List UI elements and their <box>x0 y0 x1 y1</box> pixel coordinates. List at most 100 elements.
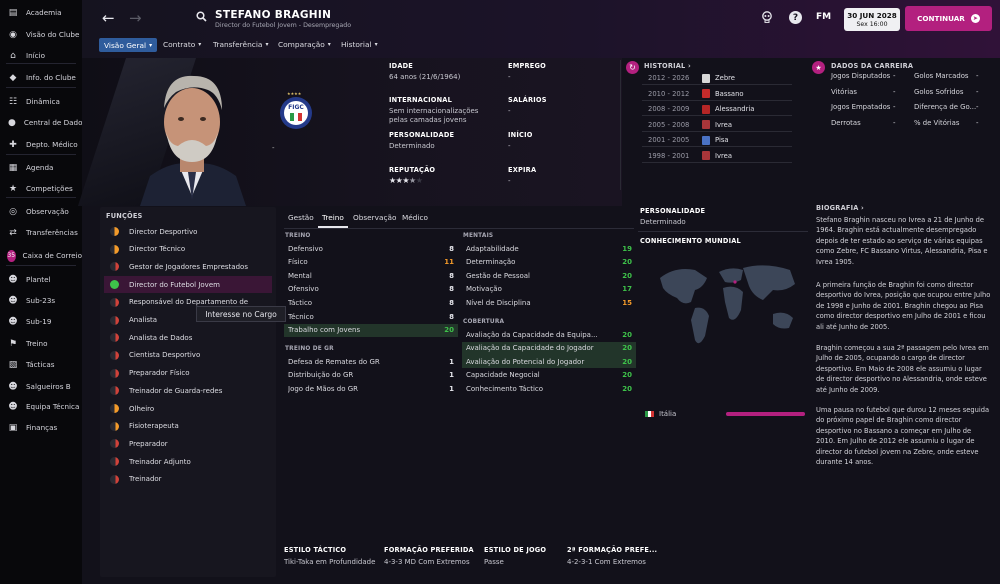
sidebar-item[interactable]: ☻ Salgueiros B <box>0 377 82 396</box>
sidebar-item[interactable]: ☻ Plantel <box>0 270 82 289</box>
sidebar-item[interactable]: ▦ Agenda <box>0 158 82 177</box>
biography-title[interactable]: BIOGRAFIA › <box>816 204 864 212</box>
sidebar-item[interactable]: ☷ Dinâmica <box>0 92 82 111</box>
attribute-value: 8 <box>449 271 454 280</box>
history-row[interactable]: 2008 - 2009 Alessandria <box>642 103 792 116</box>
tab-overview[interactable]: Visão Geral ▾ <box>99 38 158 52</box>
attribute-name: Defesa de Remates do GR <box>288 357 380 366</box>
fm-logo[interactable]: FM <box>816 12 831 22</box>
attribute-row[interactable]: Avaliação da Capacidade do Jogador 20 <box>462 341 636 355</box>
function-item[interactable]: Treinador <box>104 471 272 488</box>
intl-value-2: pelas camadas jovens <box>389 116 467 124</box>
function-item[interactable]: Preparador <box>104 435 272 452</box>
sidebar-item[interactable]: ▣ Finanças <box>0 418 82 437</box>
profile-header: ★★★★ FIGC - <box>77 58 622 206</box>
continue-button[interactable]: CONTINUAR ➤ <box>905 6 992 31</box>
career-stat-value: - <box>893 103 896 111</box>
history-title[interactable]: HISTORIAL › <box>644 62 691 70</box>
attribute-row[interactable]: Ofensivo 8 <box>284 283 458 296</box>
career-stat-label: Golos Marcados <box>914 72 969 80</box>
skull-icon[interactable] <box>761 11 773 23</box>
back-arrow-icon[interactable]: ← <box>102 9 115 27</box>
subtab-medical[interactable]: Médico <box>402 213 428 222</box>
attribute-row[interactable]: Conhecimento Táctico 20 <box>462 382 636 395</box>
history-row[interactable]: 2001 - 2005 Pisa <box>642 134 792 147</box>
sidebar-item[interactable]: ▧ Tácticas <box>0 355 82 374</box>
attribute-row[interactable]: Motivação 17 <box>462 283 636 296</box>
sidebar-item-label: Tácticas <box>26 360 55 369</box>
subtab-scouting[interactable]: Observação <box>353 213 396 222</box>
sidebar-item[interactable]: ● Central de Dados <box>0 113 86 132</box>
search-icon[interactable] <box>196 11 207 22</box>
function-item[interactable]: Olheiro <box>104 400 272 417</box>
attribute-row[interactable]: Defensivo 8 <box>284 242 458 255</box>
function-item[interactable]: Gestor de Jogadores Emprestados <box>104 258 272 275</box>
attribute-row[interactable]: Táctico 8 <box>284 296 458 309</box>
attribute-row[interactable]: Distribuição do GR 1 <box>284 369 458 382</box>
sidebar-item-label: Agenda <box>26 163 54 172</box>
help-icon[interactable]: ? <box>789 11 802 24</box>
history-years: 2001 - 2005 <box>648 136 690 144</box>
sidebar-item[interactable]: ◎ Observação <box>0 202 82 221</box>
attribute-name: Jogo de Mãos do GR <box>288 384 358 393</box>
club-badge-icon <box>702 151 710 160</box>
tactical-style-value: Tiki-Taka em Profundidade <box>284 558 376 566</box>
sidebar-item[interactable]: ⇄ Transferências <box>0 223 82 242</box>
attribute-value: 19 <box>622 244 632 253</box>
attribute-row[interactable]: Gestão de Pessoal 20 <box>462 269 636 282</box>
attribute-row[interactable]: Físico 11 <box>284 256 458 269</box>
club-badge-icon <box>702 104 710 114</box>
function-item[interactable]: Director Desportivo <box>104 223 272 240</box>
attribute-row[interactable]: Técnico 8 <box>284 310 458 323</box>
function-item[interactable]: Director Técnico <box>104 241 272 258</box>
attribute-row[interactable]: Avaliação do Potencial do Jogador 20 <box>462 355 636 369</box>
history-icon: ↻ <box>626 61 639 74</box>
sidebar-divider <box>6 87 76 88</box>
attribute-row[interactable]: Trabalho com Jovens 20 <box>284 323 458 337</box>
attribute-row[interactable]: Nível de Disciplina 15 <box>462 296 636 309</box>
sidebar-item[interactable]: ☻ Sub-19 <box>0 312 82 331</box>
sidebar-item[interactable]: ◆ Info. do Clube <box>0 68 82 87</box>
sidebar-item[interactable]: 35 Caixa de Correio <box>0 246 82 265</box>
history-row[interactable]: 2005 - 2008 Ivrea <box>642 119 792 132</box>
attribute-row[interactable]: Defesa de Remates do GR 1 <box>284 355 458 368</box>
club-vision-icon: ◉ <box>9 29 17 40</box>
function-item[interactable]: Treinador Adjunto <box>104 453 272 470</box>
sidebar-item[interactable]: ★ Competições <box>0 179 82 198</box>
attribute-row[interactable]: Avaliação da Capacidade da Equipa... 20 <box>462 328 636 341</box>
age-label: IDADE <box>389 62 414 70</box>
intl-label: INTERNACIONAL <box>389 96 452 104</box>
tab-history[interactable]: Historial ▾ <box>341 40 378 49</box>
function-item[interactable]: Cientista Desportivo <box>104 347 272 364</box>
attribute-row[interactable]: Adaptabilidade 19 <box>462 242 636 255</box>
tab-transfer[interactable]: Transferência ▾ <box>213 40 268 49</box>
history-row[interactable]: 2010 - 2012 Bassano <box>642 88 792 101</box>
attribute-row[interactable]: Mental 8 <box>284 269 458 282</box>
u19-icon: ☻ <box>8 316 18 327</box>
history-row[interactable]: 1998 - 2001 Ivrea <box>642 150 792 163</box>
sidebar-item[interactable]: ⚑ Treino <box>0 334 82 353</box>
forward-arrow-icon[interactable]: → <box>129 9 142 27</box>
history-row[interactable]: 2012 - 2026 Zebre <box>642 72 792 85</box>
date-box[interactable]: 30 JUN 2028 Sex 16:00 <box>844 8 900 31</box>
function-item[interactable]: Preparador Físico <box>104 365 272 382</box>
function-label: Treinador <box>129 475 162 484</box>
function-item[interactable]: Director do Futebol Jovem <box>104 276 272 294</box>
tab-comparison[interactable]: Comparação ▾ <box>278 40 331 49</box>
attribute-row[interactable]: Capacidade Negocial 20 <box>462 369 636 382</box>
function-item[interactable]: Fisioterapeuta <box>104 418 272 435</box>
sidebar-item[interactable]: ✚ Depto. Médico <box>0 135 82 154</box>
sidebar-item[interactable]: ☻ Sub-23s <box>0 291 82 310</box>
function-item[interactable]: Analista de Dados <box>104 329 272 346</box>
personality-box-value: Determinado <box>640 218 686 226</box>
sidebar-item[interactable]: ◉ Visão do Clube <box>0 25 82 44</box>
tab-contract[interactable]: Contrato ▾ <box>163 40 201 49</box>
sidebar-item[interactable]: ☻ Equipa Técnica <box>0 397 82 416</box>
attribute-row[interactable]: Jogo de Mãos do GR 1 <box>284 382 458 395</box>
attribute-row[interactable]: Determinação 20 <box>462 256 636 269</box>
function-item[interactable]: Treinador de Guarda-redes <box>104 382 272 399</box>
bio-paragraph-2: A primeira função de Braghin foi como di… <box>816 281 991 331</box>
subtab-management[interactable]: Gestão <box>288 213 314 222</box>
subtab-training[interactable]: Treino <box>322 213 344 222</box>
sidebar-item[interactable]: ▤ Academia <box>0 3 82 22</box>
